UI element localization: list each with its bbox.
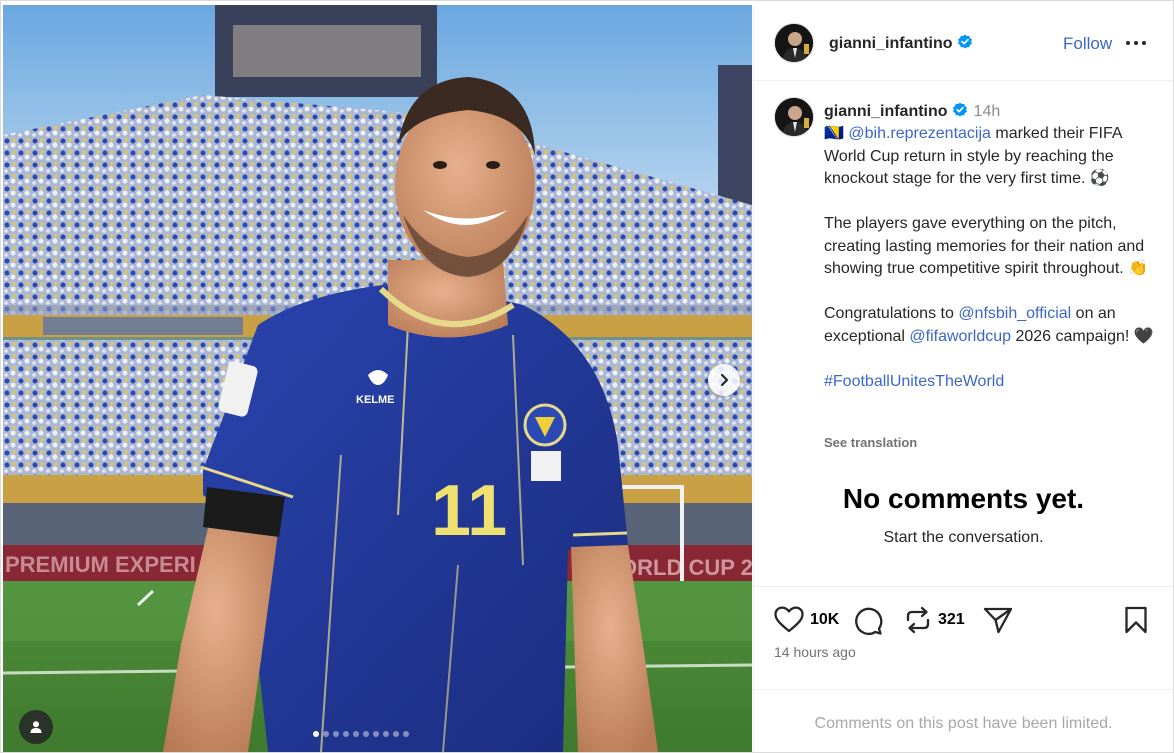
post-side-panel: gianni_infantino Follow gianni_infantino… [753, 5, 1173, 752]
post-actions-bar: 10K 321 14 hours ago [754, 586, 1173, 694]
start-conversation-text: Start the conversation. [883, 529, 1044, 546]
post-media[interactable]: PREMIUM EXPERI ORLD CUP 20 KELME 11 [3, 5, 752, 752]
carousel-dot [353, 731, 359, 737]
carousel-dot [323, 731, 329, 737]
caption-paragraph-4: #FootballUnitesTheWorld [824, 371, 1159, 394]
ad-board-right: ORLD CUP 20 [620, 555, 752, 580]
carousel-dot [333, 731, 339, 737]
send-icon [983, 607, 1013, 634]
mention-link[interactable]: @fifaworldcup [909, 328, 1011, 345]
bookmark-icon [1125, 606, 1147, 634]
jersey-number: 11 [431, 471, 507, 551]
carousel-dot [393, 731, 399, 737]
caption-text: 🇧🇦 @bih.reprezentacija marked their FIFA… [824, 123, 1159, 393]
post-timestamp[interactable]: 14 hours ago [774, 644, 856, 660]
carousel-dot [343, 731, 349, 737]
avatar-image [775, 98, 813, 136]
caption-text-span: Congratulations to [824, 305, 959, 322]
follow-button[interactable]: Follow [1063, 34, 1112, 54]
header-username[interactable]: gianni_infantino [829, 34, 973, 53]
chevron-right-icon [720, 373, 729, 387]
more-horizontal-icon[interactable] [1125, 33, 1147, 53]
carousel-next-button[interactable] [708, 364, 740, 396]
repost-count[interactable]: 321 [938, 611, 965, 629]
verified-badge-icon [957, 34, 972, 49]
like-button[interactable]: 10K [774, 606, 839, 633]
carousel-dot [403, 731, 409, 737]
post-photo: PREMIUM EXPERI ORLD CUP 20 KELME 11 [3, 5, 752, 752]
caption-paragraph-1: 🇧🇦 @bih.reprezentacija marked their FIFA… [824, 123, 1159, 191]
avatar-image [775, 24, 813, 62]
user-tag-icon [30, 721, 42, 733]
caption-text-span: 2026 campaign! 🖤 [1011, 327, 1154, 345]
avatar[interactable] [774, 23, 814, 63]
carousel-dot [363, 731, 369, 737]
jersey-brand: KELME [356, 394, 395, 406]
caption-paragraph-3: Congratulations to @nfsbih_official on a… [824, 303, 1159, 348]
share-button[interactable] [983, 606, 1013, 634]
comments-limited-notice: Comments on this post have been limited. [754, 689, 1173, 752]
repost-icon [906, 606, 930, 634]
ad-board-left: PREMIUM EXPERI [5, 552, 196, 577]
comment-button[interactable] [853, 606, 883, 636]
carousel-dot [373, 731, 379, 737]
hashtag-link[interactable]: #FootballUnitesTheWorld [824, 373, 1004, 390]
mention-link[interactable]: @bih.reprezentacija [848, 125, 991, 142]
carousel-dot [313, 731, 319, 737]
comment-icon [855, 607, 883, 635]
save-button[interactable] [1124, 606, 1148, 634]
flag-emoji: 🇧🇦 [824, 125, 844, 142]
post-dialog: PREMIUM EXPERI ORLD CUP 20 KELME 11 gian… [0, 0, 1174, 753]
repost-button[interactable]: 321 [904, 606, 965, 634]
username-text[interactable]: gianni_infantino [824, 103, 948, 120]
caption-username[interactable]: gianni_infantino 14h [824, 102, 1000, 121]
post-time[interactable]: 14h [974, 103, 1001, 120]
post-header: gianni_infantino Follow [754, 5, 1173, 81]
no-comments-title: No comments yet. [842, 483, 1085, 514]
mention-link[interactable]: @nfsbih_official [958, 305, 1071, 322]
see-translation-button[interactable]: See translation [824, 435, 917, 450]
carousel-indicator [313, 731, 409, 737]
username-text[interactable]: gianni_infantino [829, 35, 953, 52]
tagged-users-button[interactable] [19, 710, 53, 744]
likes-count[interactable]: 10K [810, 611, 839, 629]
verified-badge-icon [952, 102, 967, 117]
caption-avatar[interactable] [774, 97, 814, 137]
carousel-dot [383, 731, 389, 737]
caption-paragraph-2: The players gave everything on the pitch… [824, 215, 1149, 277]
heart-icon [774, 606, 804, 633]
